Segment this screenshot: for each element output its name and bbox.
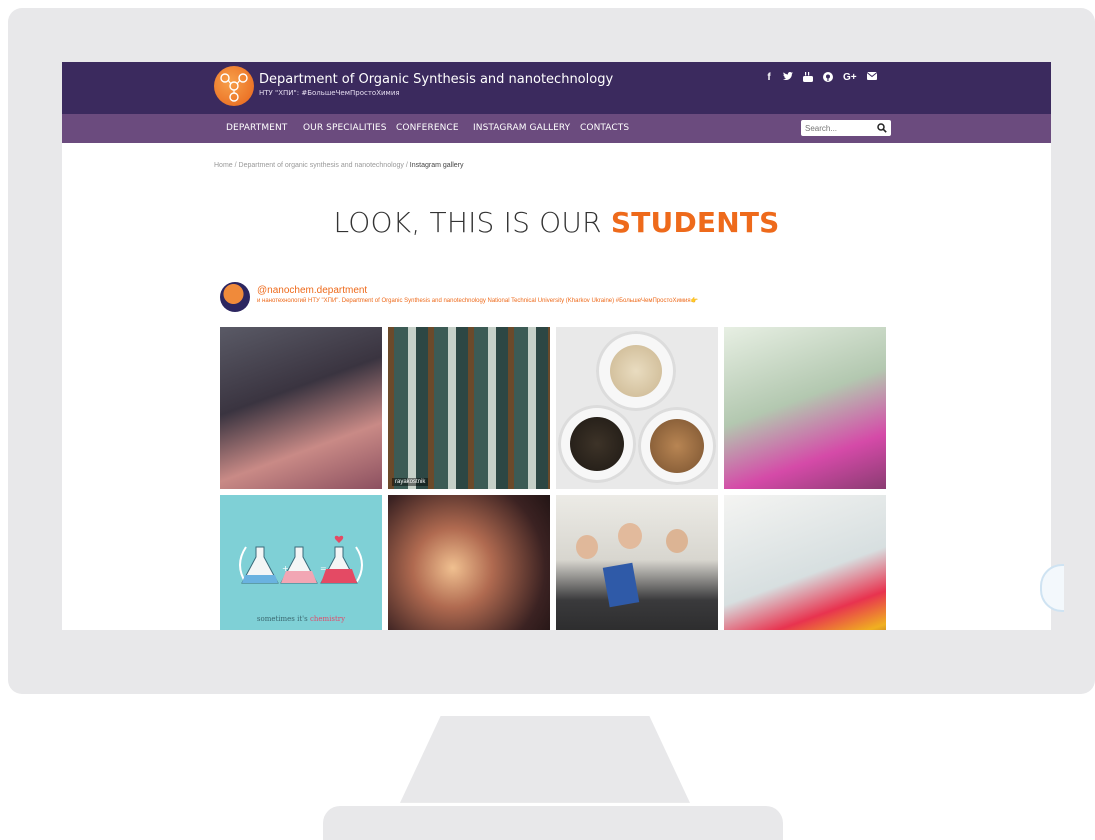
headline-prefix: LOOK, THIS IS OUR bbox=[333, 206, 611, 239]
gallery-photo-student-portrait[interactable] bbox=[388, 495, 550, 630]
site-header: Department of Organic Synthesis and nano… bbox=[62, 62, 1051, 114]
pinterest-icon[interactable] bbox=[823, 72, 833, 86]
gallery-photo-pink-flasks[interactable] bbox=[724, 327, 886, 489]
bowl-shape bbox=[558, 405, 636, 483]
breadcrumb-separator: / bbox=[234, 162, 237, 169]
facebook-icon[interactable]: f bbox=[765, 72, 773, 86]
main-nav: DEPARTMENT OUR SPECIALITIES CONFERENCE I… bbox=[62, 114, 1051, 143]
site-subtitle: НТУ "ХПИ": #БольшеЧемПростоХимия bbox=[259, 89, 400, 97]
gallery-photo-sample-bowls[interactable] bbox=[556, 327, 718, 489]
social-links: f G+ bbox=[765, 72, 877, 86]
mail-icon[interactable] bbox=[866, 72, 877, 86]
photo-caption: rayakostnik bbox=[392, 478, 429, 486]
instagram-bio: и нанотехнологий НТУ "ХПИ". Department o… bbox=[257, 298, 699, 304]
nav-item-conference[interactable]: CONFERENCE bbox=[396, 123, 459, 133]
headline-accent: STUDENTS bbox=[610, 206, 780, 239]
breadcrumb: Home / Department of organic synthesis a… bbox=[214, 162, 464, 169]
illustration-caption: sometimes it's chemistry bbox=[256, 615, 346, 623]
youtube-icon[interactable] bbox=[803, 72, 813, 86]
department-logo[interactable] bbox=[214, 66, 254, 106]
website-screen: Department of Organic Synthesis and nano… bbox=[62, 62, 1051, 630]
gallery-photo-reagent-shelves[interactable]: rayakostnik bbox=[388, 327, 550, 489]
search-input[interactable] bbox=[801, 120, 873, 136]
nav-item-instagram-gallery[interactable]: INSTAGRAM GALLERY bbox=[473, 123, 570, 133]
instagram-handle[interactable]: @nanochem.department bbox=[257, 285, 367, 296]
gallery-photo-students-group[interactable] bbox=[556, 495, 718, 630]
molecule-icon bbox=[220, 73, 248, 102]
bowl-shape bbox=[638, 407, 716, 485]
site-title[interactable]: Department of Organic Synthesis and nano… bbox=[259, 72, 613, 87]
bowl-shape bbox=[596, 331, 676, 411]
nav-item-department[interactable]: DEPARTMENT bbox=[226, 123, 287, 133]
instagram-gallery-grid: rayakostnik + = sometimes it's chemistry bbox=[220, 327, 886, 630]
breadcrumb-separator: / bbox=[405, 162, 408, 169]
nav-item-contacts[interactable]: CONTACTS bbox=[580, 123, 629, 133]
nav-item-our-specialities[interactable]: OUR SPECIALITIES bbox=[303, 123, 387, 133]
monitor-stand-base bbox=[323, 806, 783, 840]
page-headline: LOOK, THIS IS OUR STUDENTS bbox=[62, 206, 1051, 239]
gallery-photo-chemistry-illustration[interactable]: + = sometimes it's chemistry bbox=[220, 495, 382, 630]
search-button[interactable] bbox=[873, 120, 891, 136]
instagram-avatar[interactable] bbox=[220, 282, 250, 312]
google-plus-icon[interactable]: G+ bbox=[843, 72, 857, 86]
breadcrumb-parent[interactable]: Department of organic synthesis and nano… bbox=[239, 162, 404, 169]
flask-illustration-icon: + = bbox=[239, 535, 363, 584]
twitter-icon[interactable] bbox=[783, 72, 793, 86]
gallery-photo-colored-flasks[interactable] bbox=[724, 495, 886, 630]
gallery-photo-lab-beakers[interactable] bbox=[220, 327, 382, 489]
search-icon bbox=[877, 123, 887, 133]
breadcrumb-home[interactable]: Home bbox=[214, 162, 233, 169]
breadcrumb-current: Instagram gallery bbox=[409, 162, 464, 169]
